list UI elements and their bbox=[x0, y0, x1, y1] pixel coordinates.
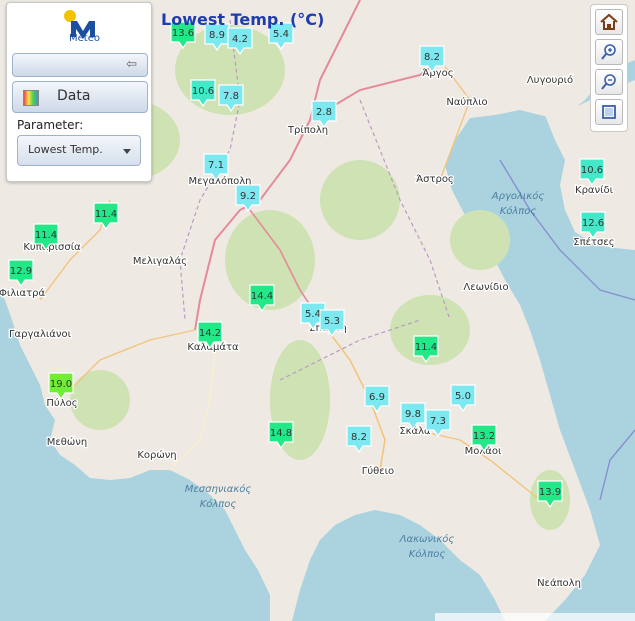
station-marker-value: 13.9 bbox=[539, 487, 561, 498]
back-arrow-icon: ⇦ bbox=[126, 57, 137, 72]
place-label: Ναύπλιο bbox=[446, 96, 487, 108]
fullscreen-button[interactable] bbox=[595, 99, 623, 125]
place-label: Κρανίδι bbox=[575, 184, 614, 196]
station-marker-value: 11.4 bbox=[95, 209, 117, 220]
attribution-bar bbox=[435, 613, 635, 621]
station-marker-value: 14.8 bbox=[270, 428, 292, 439]
parameter-label: Parameter: bbox=[17, 118, 84, 132]
sea-label: Αργολικός bbox=[491, 190, 545, 202]
zoom-in-icon bbox=[601, 44, 616, 60]
sea-label: Κόλπος bbox=[200, 498, 237, 510]
station-marker-value: 8.2 bbox=[424, 52, 440, 63]
place-label: Πύλος bbox=[46, 397, 77, 409]
station-marker-value: 13.6 bbox=[172, 28, 194, 39]
zoom-out-button[interactable] bbox=[595, 69, 623, 95]
map-toolbar bbox=[590, 4, 628, 132]
station-marker-value: 14.4 bbox=[251, 291, 273, 302]
color-scale-icon bbox=[23, 90, 39, 106]
station-marker-value: 9.2 bbox=[240, 191, 256, 202]
station-marker-value: 9.8 bbox=[405, 409, 421, 420]
station-marker-value: 5.0 bbox=[455, 391, 471, 402]
place-label: Νεάπολη bbox=[537, 577, 581, 589]
place-label: Λυγουριό bbox=[527, 74, 573, 86]
station-marker-value: 7.8 bbox=[223, 91, 239, 102]
station-marker-value: 14.2 bbox=[199, 328, 221, 339]
station-marker-value: 12.9 bbox=[10, 266, 32, 277]
home-icon bbox=[600, 13, 618, 30]
place-label: Άστρος bbox=[416, 173, 454, 185]
station-marker-value: 10.6 bbox=[581, 165, 603, 176]
data-button-label: Data bbox=[57, 88, 91, 104]
sea-label: Κόλπος bbox=[500, 205, 537, 217]
station-marker-value: 7.1 bbox=[208, 160, 224, 171]
place-label: Άργος bbox=[422, 67, 453, 79]
station-marker-value: 19.0 bbox=[50, 379, 72, 390]
station-marker-value: 12.6 bbox=[582, 218, 604, 229]
station-marker-value: 4.2 bbox=[232, 34, 248, 45]
station-marker-value: 11.4 bbox=[415, 342, 437, 353]
station-marker-value: 13.2 bbox=[473, 431, 495, 442]
place-label: Φιλιατρά bbox=[0, 287, 45, 299]
place-label: Μελιγαλάς bbox=[133, 255, 187, 267]
control-panel: Meteo ⇦ Data Parameter: Lowest Temp. bbox=[6, 2, 152, 182]
zoom-out-icon bbox=[601, 74, 616, 90]
station-marker-value: 8.2 bbox=[351, 432, 367, 443]
sea-label: Κόλπος bbox=[409, 548, 446, 560]
station-marker-value: 8.9 bbox=[209, 30, 225, 41]
map-title: Lowest Temp. (°C) bbox=[161, 10, 325, 29]
station-marker-value: 2.8 bbox=[316, 107, 332, 118]
place-label: Λεωνίδιο bbox=[463, 281, 508, 293]
zoom-in-button[interactable] bbox=[595, 39, 623, 65]
station-marker-value: 6.9 bbox=[369, 392, 385, 403]
home-button[interactable] bbox=[595, 9, 623, 35]
place-label: Σπέτσες bbox=[573, 236, 614, 248]
chevron-down-icon bbox=[123, 149, 131, 154]
logo-text: Meteo bbox=[69, 33, 100, 44]
sea-label: Μεσσηνιακός bbox=[185, 483, 252, 495]
back-button[interactable]: ⇦ bbox=[12, 53, 148, 77]
place-label: Γύθειο bbox=[362, 465, 394, 477]
station-marker-value: 11.4 bbox=[35, 230, 57, 241]
fullscreen-icon bbox=[602, 105, 616, 119]
parameter-select-value: Lowest Temp. bbox=[28, 143, 103, 156]
place-label: Γαργαλιάνοι bbox=[9, 328, 72, 340]
station-marker-value: 5.4 bbox=[305, 309, 321, 320]
sea-label: Λακωνικός bbox=[399, 533, 455, 545]
data-button[interactable]: Data bbox=[12, 81, 148, 113]
place-label: Μεθώνη bbox=[47, 436, 87, 448]
parameter-select[interactable]: Lowest Temp. bbox=[17, 135, 141, 166]
place-label: Κορώνη bbox=[137, 449, 176, 461]
station-marker-value: 5.4 bbox=[273, 29, 289, 40]
place-label: Τρίπολη bbox=[287, 124, 328, 136]
station-marker-value: 5.3 bbox=[324, 316, 340, 327]
station-marker-value: 7.3 bbox=[430, 416, 446, 427]
station-marker-value: 10.6 bbox=[192, 86, 214, 97]
